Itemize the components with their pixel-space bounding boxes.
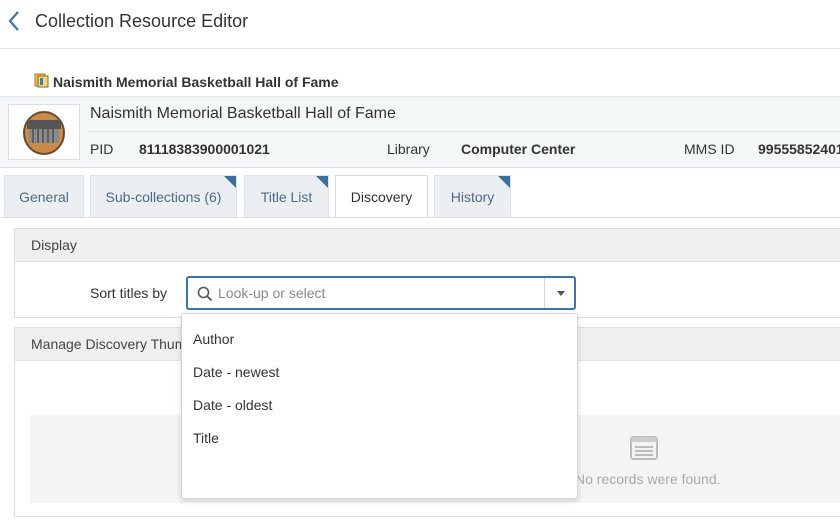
tab-discovery[interactable]: Discovery	[335, 175, 428, 218]
record-breadcrumb-title: Naismith Memorial Basketball Hall of Fam…	[34, 72, 339, 91]
tab-title-list[interactable]: Title List	[244, 175, 329, 217]
library-label: Library	[387, 141, 430, 157]
tab-history[interactable]: History	[434, 175, 511, 217]
sort-option-title[interactable]: Title	[193, 430, 219, 446]
tab-sub-collections[interactable]: Sub-collections (6)	[90, 175, 237, 217]
tab-discovery-label: Discovery	[350, 189, 413, 205]
tab-history-label: History	[450, 188, 495, 205]
sort-option-date-newest[interactable]: Date - newest	[193, 364, 279, 380]
back-arrow-icon[interactable]	[4, 8, 26, 34]
chevron-down-icon[interactable]	[557, 291, 565, 296]
record-title: Naismith Memorial Basketball Hall of Fam…	[90, 105, 396, 122]
library-value: Computer Center	[461, 141, 576, 157]
sort-options-dropdown: Author Date - newest Date - oldest Title	[181, 313, 578, 499]
collection-thumbnail	[8, 104, 80, 160]
tab-corner-marker	[316, 176, 328, 188]
tab-corner-marker	[224, 176, 236, 188]
list-icon	[630, 436, 658, 465]
record-summary: Naismith Memorial Basketball Hall of Fam…	[0, 96, 840, 168]
pid-label: PID	[90, 141, 114, 157]
collection-icon	[34, 72, 50, 91]
display-section-title: Display	[15, 229, 840, 262]
search-icon	[197, 286, 213, 307]
top-bar: Collection Resource Editor	[0, 0, 840, 49]
tab-general[interactable]: General	[4, 175, 84, 217]
sort-titles-combobox[interactable]	[186, 276, 576, 310]
tab-title-list-label: Title List	[260, 188, 313, 205]
tab-sub-collections-label: Sub-collections (6)	[105, 188, 222, 205]
pid-value: 81118383900001021	[139, 141, 270, 157]
sort-titles-input[interactable]	[218, 283, 538, 303]
mms-id-value: 99555852401	[758, 141, 840, 157]
tabs-baseline	[0, 217, 840, 218]
sort-option-date-oldest[interactable]: Date - oldest	[193, 397, 272, 413]
summary-divider	[88, 131, 840, 132]
tab-general-label: General	[19, 188, 69, 205]
record-small-title: Naismith Memorial Basketball Hall of Fam…	[53, 73, 339, 90]
mms-id-label: MMS ID	[684, 141, 735, 157]
combobox-divider	[544, 278, 545, 308]
sort-titles-label: Sort titles by	[90, 285, 168, 301]
empty-results-text: No records were found.	[575, 471, 721, 487]
page-title: Collection Resource Editor	[35, 11, 249, 31]
sort-option-author[interactable]: Author	[193, 331, 234, 347]
tab-corner-marker	[498, 176, 510, 188]
